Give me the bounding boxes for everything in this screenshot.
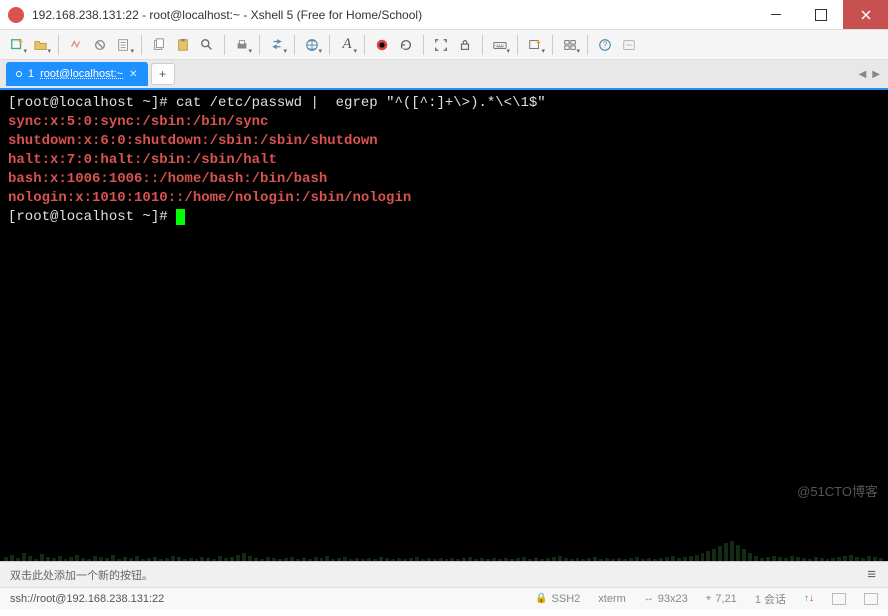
- status-cursor-pos: ⌖7,21: [706, 593, 737, 605]
- toolbar: A ?: [0, 30, 888, 60]
- menu-icon[interactable]: ≡: [867, 566, 876, 583]
- window-controls: [753, 0, 888, 29]
- status-bar: ssh://root@192.168.238.131:22 🔒SSH2 xter…: [0, 587, 888, 609]
- quick-buttons-hint: 双击此处添加一个新的按钮。: [10, 567, 153, 583]
- terminal-output: halt:x:7:0:halt:/sbin:/sbin/halt: [8, 151, 880, 170]
- separator: [552, 35, 553, 55]
- terminal[interactable]: [root@localhost ~]# cat /etc/passwd | eg…: [0, 88, 888, 561]
- tab-session-1[interactable]: 1 root@localhost:~ ✕: [6, 62, 148, 86]
- new-session-icon[interactable]: [6, 34, 28, 56]
- close-button[interactable]: [843, 0, 888, 29]
- properties-icon[interactable]: [113, 34, 135, 56]
- window-title: 192.168.238.131:22 - root@localhost:~ - …: [32, 8, 753, 22]
- shortcut-icon[interactable]: [618, 34, 640, 56]
- fullscreen-icon[interactable]: [430, 34, 452, 56]
- quick-buttons-bar[interactable]: 双击此处添加一个新的按钮。 ≡: [0, 561, 888, 587]
- tile-icon[interactable]: [559, 34, 581, 56]
- minimize-button[interactable]: [753, 0, 798, 29]
- cursor-icon: ⌖: [706, 593, 712, 604]
- terminal-output: shutdown:x:6:0:shutdown:/sbin:/sbin/shut…: [8, 132, 880, 151]
- connection-string: ssh://root@192.168.238.131:22: [10, 593, 517, 605]
- maximize-button[interactable]: [798, 0, 843, 29]
- find-icon[interactable]: [196, 34, 218, 56]
- tab-next-icon[interactable]: ▶: [872, 69, 880, 80]
- svg-text:?: ?: [603, 40, 608, 49]
- separator: [294, 35, 295, 55]
- lock-icon: 🔒: [535, 593, 547, 604]
- separator: [482, 35, 483, 55]
- tab-close-icon[interactable]: ✕: [129, 69, 137, 80]
- tab-bar: 1 root@localhost:~ ✕ + ◀ ▶: [0, 60, 888, 88]
- reconnect-icon[interactable]: [65, 34, 87, 56]
- separator: [329, 35, 330, 55]
- traffic-icon: ↑↓: [804, 594, 814, 604]
- paste-icon[interactable]: [172, 34, 194, 56]
- status-term-type: xterm: [598, 593, 626, 605]
- size-icon: ↔: [644, 593, 654, 604]
- audio-visualizer: [0, 506, 888, 561]
- globe-icon[interactable]: [301, 34, 323, 56]
- separator: [517, 35, 518, 55]
- terminal-line: [root@localhost ~]# cat /etc/passwd | eg…: [8, 94, 880, 113]
- separator: [58, 35, 59, 55]
- disconnect-icon[interactable]: [89, 34, 111, 56]
- refresh-icon[interactable]: [395, 34, 417, 56]
- transfer-icon[interactable]: [266, 34, 288, 56]
- tab-status-icon: [16, 71, 22, 77]
- font-icon[interactable]: A: [336, 34, 358, 56]
- window-titlebar: 192.168.238.131:22 - root@localhost:~ - …: [0, 0, 888, 30]
- tab-add-button[interactable]: +: [151, 63, 175, 85]
- tab-index: 1: [28, 68, 34, 80]
- status-sessions: 1 会话: [755, 591, 786, 607]
- tab-prev-icon[interactable]: ◀: [859, 69, 867, 80]
- app-icon: [8, 7, 24, 23]
- print-icon[interactable]: [231, 34, 253, 56]
- tab-label: root@localhost:~: [40, 68, 123, 80]
- color-scheme-icon[interactable]: [371, 34, 393, 56]
- open-icon[interactable]: [30, 34, 52, 56]
- terminal-cursor: [176, 209, 185, 225]
- separator: [423, 35, 424, 55]
- help-icon[interactable]: ?: [594, 34, 616, 56]
- terminal-output: nologin:x:1010:1010::/home/nologin:/sbin…: [8, 189, 880, 208]
- separator: [141, 35, 142, 55]
- num-indicator: [864, 593, 878, 605]
- separator: [364, 35, 365, 55]
- separator: [259, 35, 260, 55]
- copy-icon[interactable]: [148, 34, 170, 56]
- status-size: ↔93x23: [644, 593, 688, 605]
- caps-indicator: [832, 593, 846, 605]
- separator: [224, 35, 225, 55]
- separator: [587, 35, 588, 55]
- terminal-output: sync:x:5:0:sync:/sbin:/bin/sync: [8, 113, 880, 132]
- status-protocol: 🔒SSH2: [535, 593, 580, 605]
- lock-icon[interactable]: [454, 34, 476, 56]
- terminal-output: bash:x:1006:1006::/home/bash:/bin/bash: [8, 170, 880, 189]
- terminal-prompt: [root@localhost ~]#: [8, 208, 880, 227]
- tab-nav: ◀ ▶: [859, 69, 880, 80]
- keyboard-icon[interactable]: [489, 34, 511, 56]
- new-window-icon[interactable]: [524, 34, 546, 56]
- watermark: @51CTO博客: [797, 482, 878, 501]
